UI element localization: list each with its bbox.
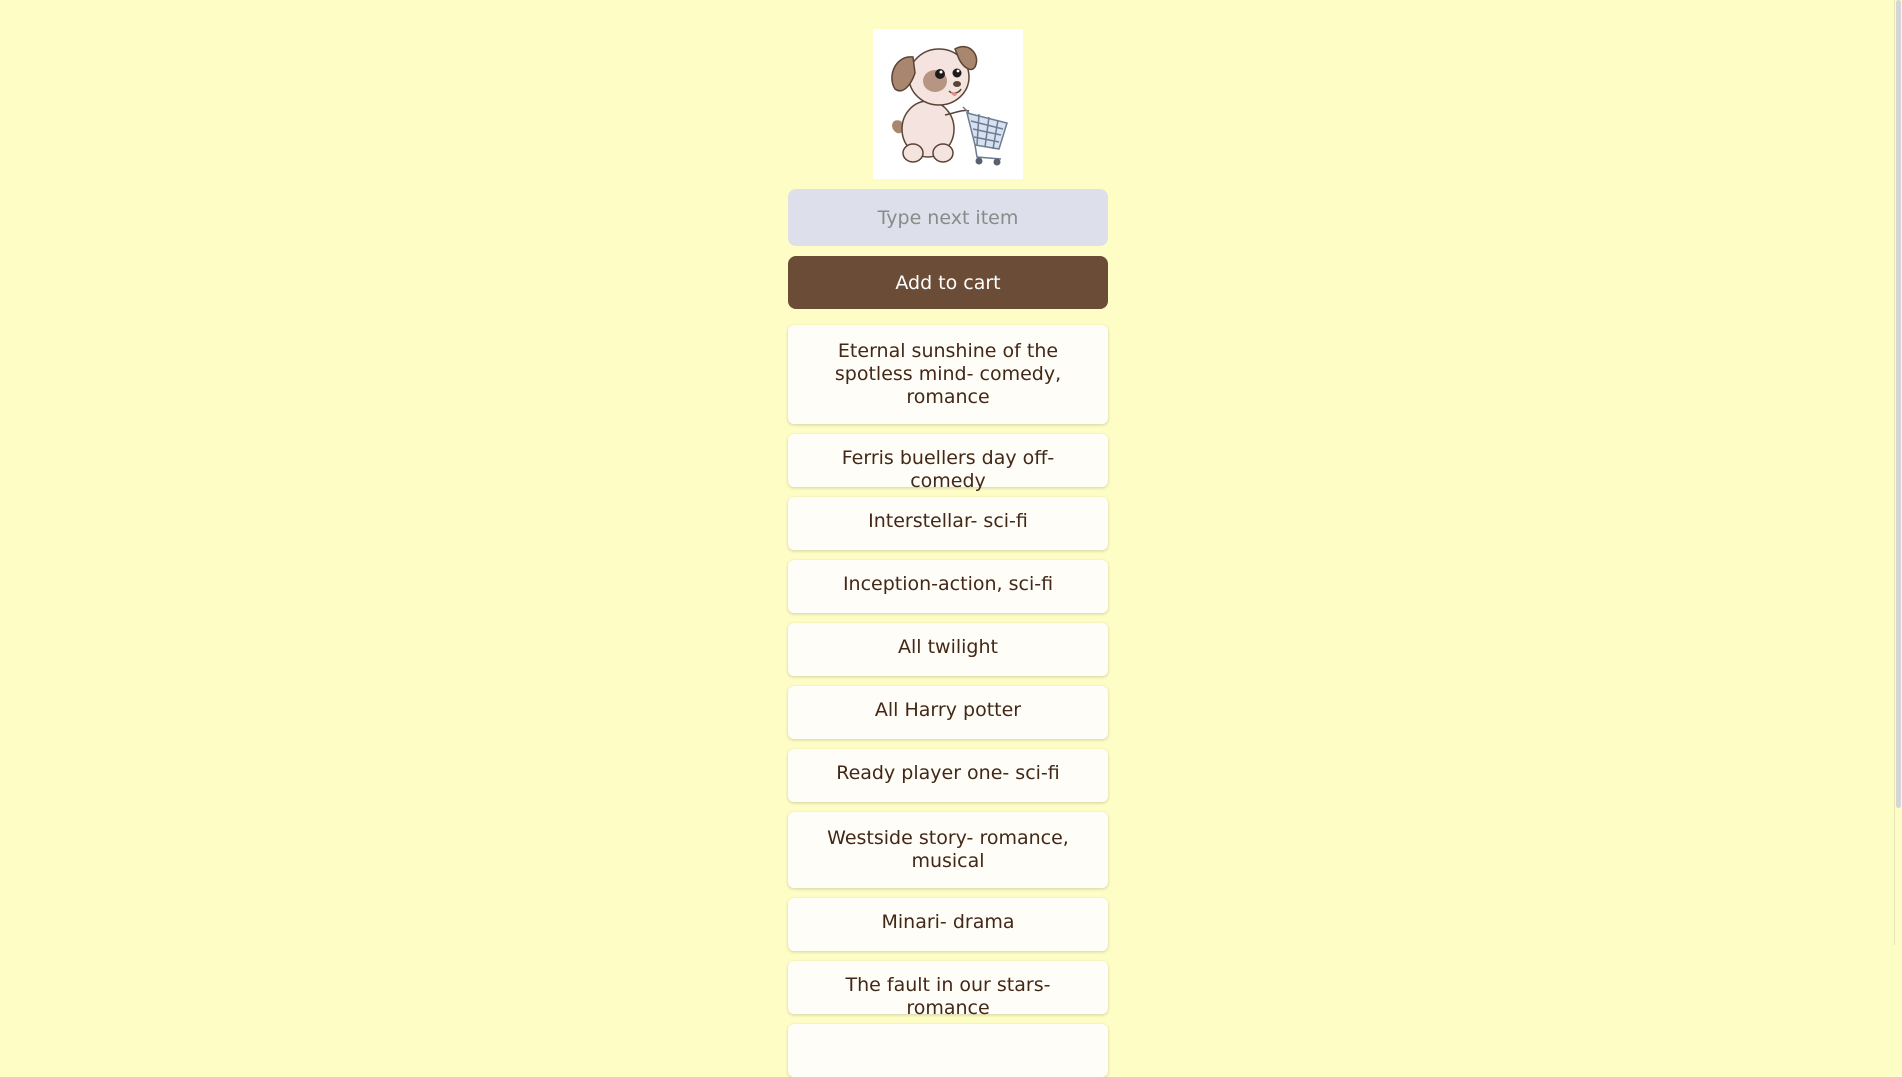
list-item[interactable]: All twilight: [788, 623, 1108, 676]
list-item[interactable]: [788, 1024, 1108, 1077]
scrollbar-thumb[interactable]: [1896, 0, 1901, 808]
list-item[interactable]: Inception-action, sci-fi: [788, 560, 1108, 613]
list-item[interactable]: Westside story- romance, musical: [788, 812, 1108, 888]
add-to-cart-button[interactable]: Add to cart: [788, 256, 1108, 309]
list-item[interactable]: Ferris buellers day off- comedy: [788, 434, 1108, 492]
list-item[interactable]: Interstellar- sci-fi: [788, 497, 1108, 550]
list-item[interactable]: The fault in our stars- romance: [788, 961, 1108, 1019]
page-scrollbar[interactable]: [1894, 0, 1902, 945]
next-item-input[interactable]: [788, 189, 1108, 246]
list-item[interactable]: Eternal sunshine of the spotless mind- c…: [788, 325, 1108, 424]
list-item[interactable]: All Harry potter: [788, 686, 1108, 739]
list-item[interactable]: Ready player one- sci-fi: [788, 749, 1108, 802]
shopping-list: Eternal sunshine of the spotless mind- c…: [788, 325, 1108, 1077]
shopping-app: Add to cart Eternal sunshine of the spot…: [788, 0, 1108, 1077]
list-item[interactable]: Minari- drama: [788, 898, 1108, 951]
dog-with-cart-logo: [873, 29, 1023, 179]
